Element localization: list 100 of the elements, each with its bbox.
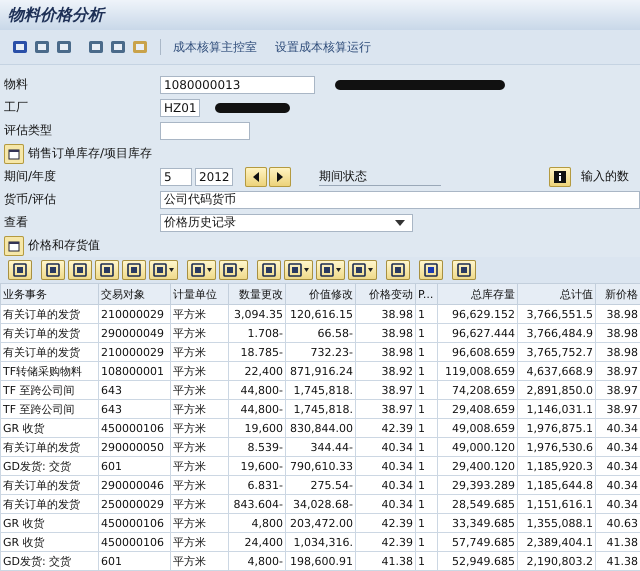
caret-icon — [239, 268, 244, 272]
year-field[interactable]: 2012 — [195, 168, 233, 186]
table-cell: 601 — [98, 456, 170, 476]
table-cell: 1 — [416, 342, 438, 362]
table-cell: 1,146,031.1 — [518, 400, 596, 418]
table-cell: 28,549.685 — [438, 494, 518, 514]
table-cell: 290000046 — [98, 476, 170, 494]
table-cell: 96,627.444 — [438, 324, 518, 342]
table-cell: 1,185,644.8 — [518, 476, 596, 494]
column-header[interactable]: 数量更改 — [228, 284, 286, 304]
table-cell: 1 — [416, 438, 438, 456]
table-cell: 871,916.24 — [286, 362, 356, 380]
table-cell: 平方米 — [170, 418, 228, 438]
left-triangle-icon — [252, 172, 260, 182]
table-cell: 1,151,616.1 — [518, 494, 596, 514]
column-header[interactable]: 总计值 — [518, 284, 596, 304]
column-header[interactable]: 计量单位 — [170, 284, 228, 304]
column-header[interactable]: 业务事务 — [0, 284, 98, 304]
table-cell: 有关订单的发货 — [0, 438, 98, 456]
table-cell: 34,028.68- — [286, 494, 356, 514]
column-header[interactable]: 价格变动 — [356, 284, 416, 304]
table-cell: 203,472.00 — [286, 514, 356, 532]
field-label: 输入的数 — [581, 168, 629, 185]
table-cell: 4,800- — [228, 552, 286, 570]
field-label: 期间/年度 — [4, 168, 58, 185]
table-cell: 19,600 — [228, 418, 286, 438]
table-cell: 290000049 — [98, 324, 170, 342]
table-cell: 平方米 — [170, 304, 228, 324]
column-header[interactable]: 新价格 — [596, 284, 640, 304]
column-header[interactable]: 价值修改 — [286, 284, 356, 304]
price-stock-value-button[interactable]: 价格和存货值 — [4, 236, 100, 256]
toolbar-link[interactable]: 设置成本核算运行 — [275, 38, 371, 56]
material-field[interactable]: 1080000013 — [160, 76, 315, 94]
table-cell: 4,800 — [228, 514, 286, 532]
table-cell: 3,094.35 — [228, 304, 286, 324]
table-cell: 1 — [416, 476, 438, 494]
caret-icon — [207, 268, 212, 272]
table-cell: 250000029 — [98, 494, 170, 514]
table-cell: 1 — [416, 380, 438, 400]
table-cell: 1 — [416, 552, 438, 570]
field-label: 货币/评估 — [4, 191, 58, 208]
table-cell: 42.39 — [356, 532, 416, 552]
sales-order-stock-button[interactable]: 销售订单库存/项目库存 — [4, 144, 152, 164]
table-cell: 2,891,850.0 — [518, 380, 596, 400]
table-cell: 平方米 — [170, 380, 228, 400]
table-cell: 49,000.120 — [438, 438, 518, 456]
table-cell: 平方米 — [170, 532, 228, 552]
table-cell: 42.39 — [356, 418, 416, 438]
valuation-type-field[interactable] — [160, 122, 250, 140]
table-cell: 29,393.289 — [438, 476, 518, 494]
table-cell: 1 — [416, 494, 438, 514]
table-cell: GR 收货 — [0, 514, 98, 532]
column-header[interactable]: P... — [416, 284, 438, 304]
table-cell: 1,745,818. — [286, 400, 356, 418]
next-button[interactable] — [269, 166, 291, 186]
table-cell: 1 — [416, 400, 438, 418]
table-cell: 601 — [98, 552, 170, 570]
currency-field[interactable]: 公司代码货币 — [160, 190, 640, 208]
table-cell: 38.97 — [356, 400, 416, 418]
table-cell: 3,765,752.7 — [518, 342, 596, 362]
table-cell: 830,844.00 — [286, 418, 356, 438]
toolbar-link[interactable]: 成本核算主控室 — [173, 38, 257, 56]
table-cell: 1 — [416, 532, 438, 552]
table-cell: 643 — [98, 380, 170, 400]
table-cell: 1,034,316. — [286, 532, 356, 552]
table-cell: 平方米 — [170, 476, 228, 494]
period-field[interactable]: 5 — [160, 168, 192, 186]
table-cell: GD发货: 交货 — [0, 456, 98, 476]
caret-icon — [304, 268, 309, 272]
view-dropdown[interactable]: 价格历史记录 — [160, 214, 413, 232]
field-label: 工厂 — [4, 99, 29, 116]
table-cell: 2,389,404.1 — [518, 532, 596, 552]
plant-field[interactable]: HZ01 — [160, 98, 200, 116]
table-cell: 210000029 — [98, 304, 170, 324]
column-header[interactable]: 总库存量 — [438, 284, 518, 304]
table-cell: 38.98 — [356, 324, 416, 342]
table-cell: 38.97 — [356, 380, 416, 400]
period-status-label: 期间状态 — [319, 168, 441, 186]
table-cell: 1 — [416, 418, 438, 438]
table-cell: 1 — [416, 456, 438, 476]
table-cell: 38.98 — [356, 304, 416, 324]
table-cell: 平方米 — [170, 552, 228, 570]
field-label: 物料 — [4, 76, 29, 93]
window-title: 物料价格分析 — [8, 4, 104, 26]
table-cell: 275.54- — [286, 476, 356, 494]
table-cell: 2,190,803.2 — [518, 552, 596, 570]
table-cell: 有关订单的发货 — [0, 494, 98, 514]
table-cell: 平方米 — [170, 362, 228, 380]
table-cell: 1,185,920.3 — [518, 456, 596, 476]
table-cell: 1,976,875.1 — [518, 418, 596, 438]
table-cell: 有关订单的发货 — [0, 324, 98, 342]
table-cell: 1,745,818. — [286, 380, 356, 400]
column-header[interactable]: 交易对象 — [98, 284, 170, 304]
table-cell: 3,766,484.9 — [518, 324, 596, 342]
table-cell: 38.98 — [356, 342, 416, 362]
table-cell: 有关订单的发货 — [0, 476, 98, 494]
table-cell: 643 — [98, 400, 170, 418]
field-label: 评估类型 — [4, 122, 53, 139]
table-cell: 42.39 — [356, 514, 416, 532]
previous-button[interactable] — [245, 166, 267, 186]
